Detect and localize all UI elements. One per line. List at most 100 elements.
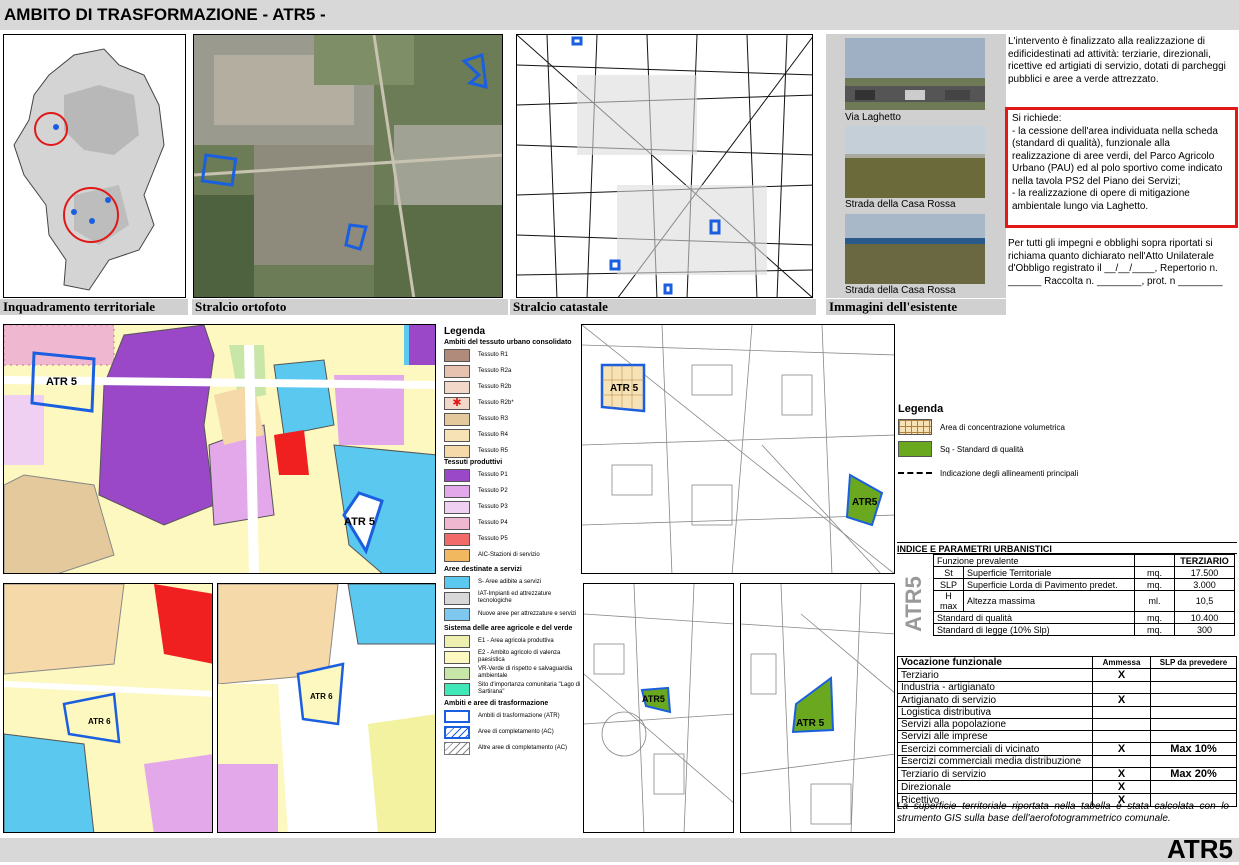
allineamenti-line [898,472,932,474]
pgt-map-main: ATR 5 ATR 5 [3,324,436,574]
vocazione-label: Servizi alle imprese [897,730,1093,743]
legend-item: ✱ Tessuto R2b* [444,395,582,411]
vocazione-ammessa: X [1092,767,1151,781]
legend-item: Tessuto R2b [444,379,582,395]
legend-swatch [444,548,470,562]
param-unit: mq. [1134,623,1175,636]
legend-item: Tessuto P5 [444,531,582,547]
vocazione-slp: Max 10% [1150,742,1237,756]
caption-inquadramento: Inquadramento territoriale [0,299,188,315]
footer-bar: ATR5 [0,834,1239,864]
photo-caption-2: Strada della Casa Rossa [845,199,956,210]
legend-swatch [444,634,470,648]
photo-caption-3: Strada della Casa Rossa [845,285,956,296]
param-unit: mq. [1134,611,1175,624]
legend-item: E2 - Ambito agricolo di valenza paesisti… [444,649,582,665]
legend-swatch [444,666,470,680]
legend-label: Tessuto R2b [478,383,512,390]
params-title: INDICE E PARAMETRI URBANISTICI [897,542,1237,554]
photo-casa-rossa-2 [845,214,985,284]
legend-label: Nuove aree per attrezzature e servizi [478,610,577,617]
ortofoto-map [193,34,503,298]
legend-group-3: Aree destinate a servizi [444,566,522,573]
vocazione-slp [1150,755,1237,768]
legend-swatch [444,650,470,664]
legend-swatch [444,500,470,514]
map-label-atr5-b: ATR 5 [344,516,375,528]
richieste-item-1: - la cessione dell'area individuata nell… [1012,125,1223,187]
legend-right-item-2: Sq - Standard di qualità [898,441,1098,457]
params-table: Funzione prevalente TERZIARIO St Superfic… [933,554,1235,636]
vocazione-row: Terziario X [897,668,1237,682]
legend-swatch [444,428,470,442]
vocazione-label: Industria - artigianato [897,681,1093,694]
params-row: SLP Superficie Lorda di Pavimento predet.… [933,578,1235,591]
legend-label: E1 - Area agricola produttiva [478,637,554,644]
description-intro: L'intervento è finalizzato alla realizza… [1008,36,1226,85]
vocazione-header-slp: SLP da prevedere [1150,656,1237,669]
legend-label: IAT-Impianti ed attrezzature tecnologich… [478,591,552,604]
params-block: INDICE E PARAMETRI URBANISTICI ATR5 Funz… [897,542,1237,654]
legend-label: Aree di completamento (AC) [478,728,554,735]
map-label-atr5: ATR 5 [46,376,77,388]
richieste-title: Si richiede: [1012,113,1062,124]
caption-catastale: Stralcio catastale [510,299,816,315]
photo-via-laghetto [845,38,985,110]
vocazione-label: Artigianato di servizio [897,693,1093,707]
vocazione-label: Terziario di servizio [897,767,1093,781]
vocazione-slp [1150,718,1237,731]
map-label-atr6-b: ATR 6 [310,692,333,701]
legend-label: Tessuto R5 [478,447,509,454]
legend-label: Ambiti di trasformazione (ATR) [478,712,560,719]
legend-item: Nuove aree per attrezzature e servizi [444,606,582,622]
param-value: 17.500 [1174,566,1235,579]
legend-item: Tessuto P4 [444,515,582,531]
page-title: AMBITO DI TRASFORMAZIONE - ATR5 - [4,5,326,24]
legend-label: Tessuto P4 [478,519,508,526]
vocazione-ammessa [1092,730,1151,743]
legend-item: Ambiti di trasformazione (ATR) [444,708,582,724]
legend-swatch [444,575,470,589]
catastale-map [516,34,813,298]
legend-swatch [444,380,470,394]
legend-main-title: Legenda [444,326,486,337]
legend-label: AIC-Stazioni di servizio [478,551,540,558]
legend-item: Tessuto P3 [444,499,582,515]
legend-label: Tessuto P2 [478,487,508,494]
legend-label: Tessuto P5 [478,535,508,542]
param-value: 3.000 [1174,578,1235,591]
legend-group-2: Tessuti produttivi [444,459,503,466]
param-value: 10.400 [1174,611,1235,624]
legend-swatch [444,607,470,621]
vocazione-ammessa [1092,681,1151,694]
param-label: Altezza massima [963,590,1135,612]
params-row: H max Altezza massima ml. 10,5 [933,590,1235,612]
pgt-map-small-2: ATR 6 [217,583,436,833]
legend-item: Tessuto P2 [444,483,582,499]
funzione-value: TERZIARIO [1174,554,1235,567]
legend-swatch [444,709,470,723]
legend-swatch: ✱ [444,396,470,410]
param-code: H max [933,590,964,612]
legend-item: AIC-Stazioni di servizio [444,547,582,563]
vocazione-row: Direzionale X [897,780,1237,794]
vocazione-ammessa [1092,706,1151,719]
legend-item: Tessuto P1 [444,467,582,483]
param-label: Superficie Lorda di Pavimento predet. [963,578,1135,591]
vocazione-slp [1150,730,1237,743]
vocazione-header-ammessa: Ammessa [1092,656,1151,669]
legend-group-5: Ambiti e aree di trasformazione [444,700,549,707]
vocazione-label: Esercizi commerciali di vicinato [897,742,1093,756]
param-code: St [933,566,964,579]
vocazione-row: Servizi alle imprese [897,730,1237,743]
photo-caption-1: Via Laghetto [845,112,901,123]
legend-label: Tessuto R2b* [478,399,514,406]
vocazione-ammessa [1092,755,1151,768]
legend-swatch [444,516,470,530]
vocazione-row: Industria - artigianato [897,681,1237,694]
photo-panel: Via Laghetto Strada della Casa Rossa Str… [826,34,1006,298]
note-text: La superficie territoriale riportata nel… [897,801,1229,824]
vocazione-label: Terziario [897,668,1093,682]
legend-item: E1 - Area agricola produttiva [444,633,582,649]
legend-group-4: Sistema delle aree agricole e del verde [444,625,573,632]
